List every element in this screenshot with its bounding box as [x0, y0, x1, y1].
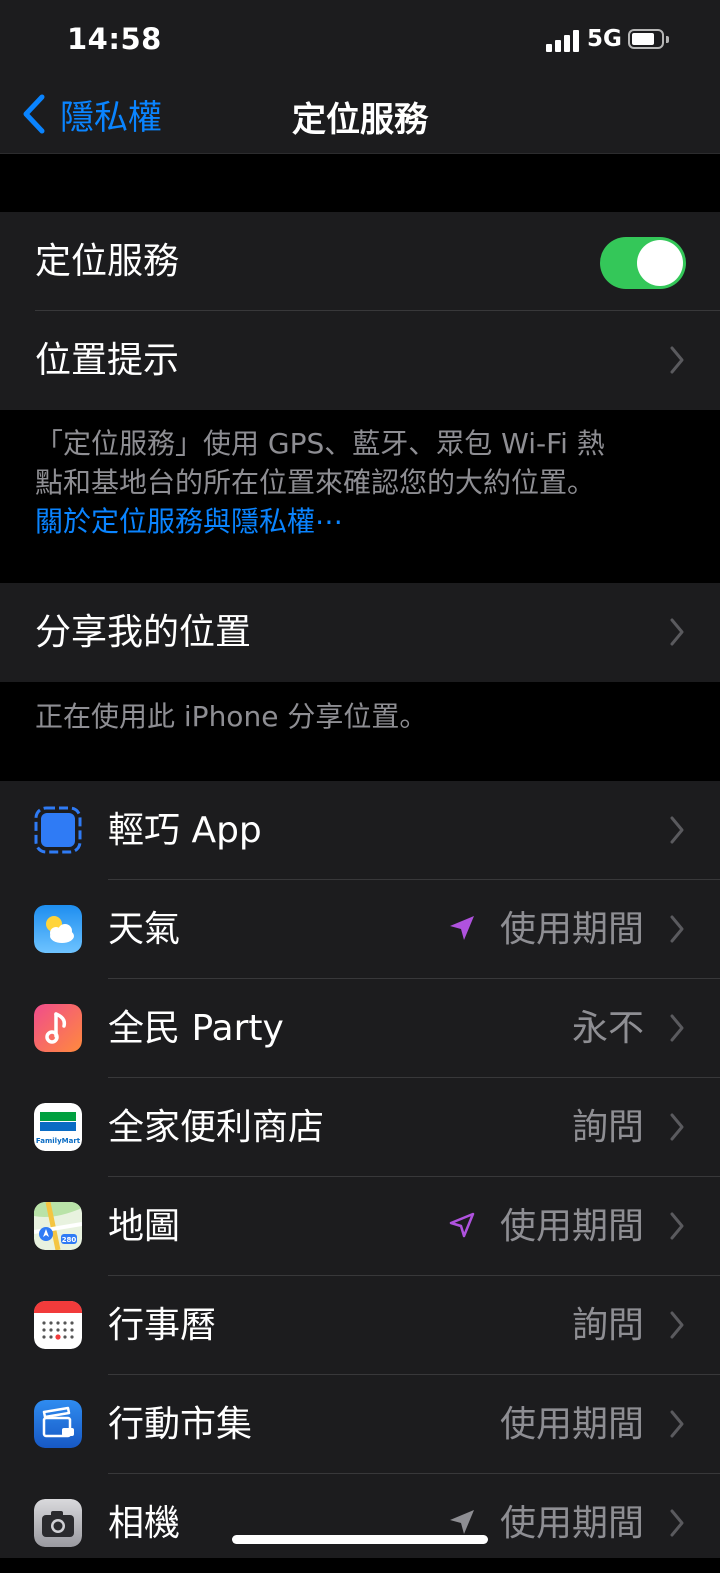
share-my-location-row[interactable]: 分享我的位置	[0, 583, 720, 682]
app-permission: 使用期間	[499, 1503, 644, 1544]
chevron-right-icon	[670, 1113, 684, 1141]
chevron-right-icon	[670, 915, 684, 943]
app-permission: 永不	[571, 1008, 644, 1049]
app-name: 行事曆	[108, 1305, 217, 1346]
app-permission: 使用期間	[499, 1206, 644, 1247]
location-arrow-outline-icon	[449, 1212, 475, 1238]
description-line-2: 點和基地台的所在位置來確認您的大約位置。	[35, 466, 596, 499]
app-row-qingqiao[interactable]: 輕巧 App	[0, 781, 720, 880]
chevron-right-icon	[670, 1014, 684, 1042]
share-my-location-label: 分享我的位置	[35, 612, 252, 653]
app-name: 相機	[108, 1503, 181, 1544]
app-name: 天氣	[108, 909, 181, 950]
app-name: 行動市集	[108, 1404, 253, 1445]
app-permission: 使用期間	[499, 1404, 644, 1445]
app-row-itunes-store[interactable]: 行動市集 使用期間	[0, 1375, 720, 1474]
app-permission: 詢問	[571, 1305, 644, 1346]
app-row-familymart[interactable]: FamilyMart 全家便利商店 詢問	[0, 1078, 720, 1177]
familymart-app-icon: FamilyMart	[34, 1103, 82, 1151]
app-name: 全民 Party	[108, 1008, 284, 1049]
chevron-right-icon	[670, 346, 684, 374]
chevron-right-icon	[670, 1410, 684, 1438]
calendar-app-icon	[34, 1301, 82, 1349]
location-services-toggle[interactable]	[600, 237, 686, 289]
qingqiao-app-icon	[34, 806, 82, 854]
location-services-label: 定位服務	[35, 241, 180, 282]
privacy-info-link[interactable]: 關於定位服務與隱私權⋯	[35, 502, 685, 541]
app-row-maps[interactable]: 280 地圖 使用期間	[0, 1177, 720, 1276]
app-permission: 詢問	[571, 1107, 644, 1148]
chevron-right-icon	[670, 1212, 684, 1240]
chevron-right-icon	[670, 1509, 684, 1537]
app-row-party[interactable]: 全民 Party 永不	[0, 979, 720, 1078]
maps-app-icon: 280	[34, 1202, 82, 1250]
app-permission: 使用期間	[499, 909, 644, 950]
maps-icon-shield-text: 280	[62, 1236, 77, 1244]
familymart-icon-text: FamilyMart	[36, 1137, 81, 1145]
share-location-group: 分享我的位置	[0, 583, 720, 682]
location-services-description: 「定位服務」使用 GPS、藍牙、眾包 Wi-Fi 熱 點和基地台的所在位置來確認…	[35, 424, 685, 541]
status-time: 14:58	[67, 22, 162, 56]
network-type: 5G	[587, 26, 622, 52]
location-services-row: 定位服務	[0, 212, 720, 311]
page-title: 定位服務	[292, 100, 428, 140]
app-name: 輕巧 App	[108, 810, 262, 851]
app-name: 地圖	[108, 1206, 181, 1247]
location-alerts-label: 位置提示	[35, 340, 180, 381]
camera-app-icon	[34, 1499, 82, 1547]
home-indicator[interactable]	[232, 1535, 488, 1544]
location-settings-group: 定位服務 位置提示	[0, 212, 720, 410]
chevron-right-icon	[670, 1311, 684, 1339]
music-note-app-icon	[34, 1004, 82, 1052]
status-bar: 14:58 5G	[0, 0, 720, 80]
chevron-right-icon	[670, 618, 684, 646]
description-line-1: 「定位服務」使用 GPS、藍牙、眾包 Wi-Fi 熱	[35, 427, 605, 460]
chevron-right-icon	[670, 816, 684, 844]
battery-icon	[628, 29, 670, 51]
share-location-footnote: 正在使用此 iPhone 分享位置。	[35, 700, 428, 733]
weather-app-icon	[34, 905, 82, 953]
app-row-weather[interactable]: 天氣 使用期間	[0, 880, 720, 979]
location-arrow-icon	[450, 916, 474, 940]
app-name: 全家便利商店	[108, 1107, 325, 1148]
app-row-calendar[interactable]: 行事曆 詢問	[0, 1276, 720, 1375]
app-row-camera[interactable]: 相機 使用期間	[0, 1474, 720, 1573]
location-alerts-row[interactable]: 位置提示	[0, 311, 720, 410]
cellular-signal-icon	[546, 30, 580, 52]
location-arrow-icon	[450, 1510, 474, 1534]
clapperboard-app-icon	[34, 1400, 82, 1448]
app-list: 輕巧 App 天氣 使用期間 全民 Party 永不 FamilyMart 全家…	[0, 781, 720, 1558]
navigation-bar: 隱私權 定位服務	[0, 80, 720, 154]
